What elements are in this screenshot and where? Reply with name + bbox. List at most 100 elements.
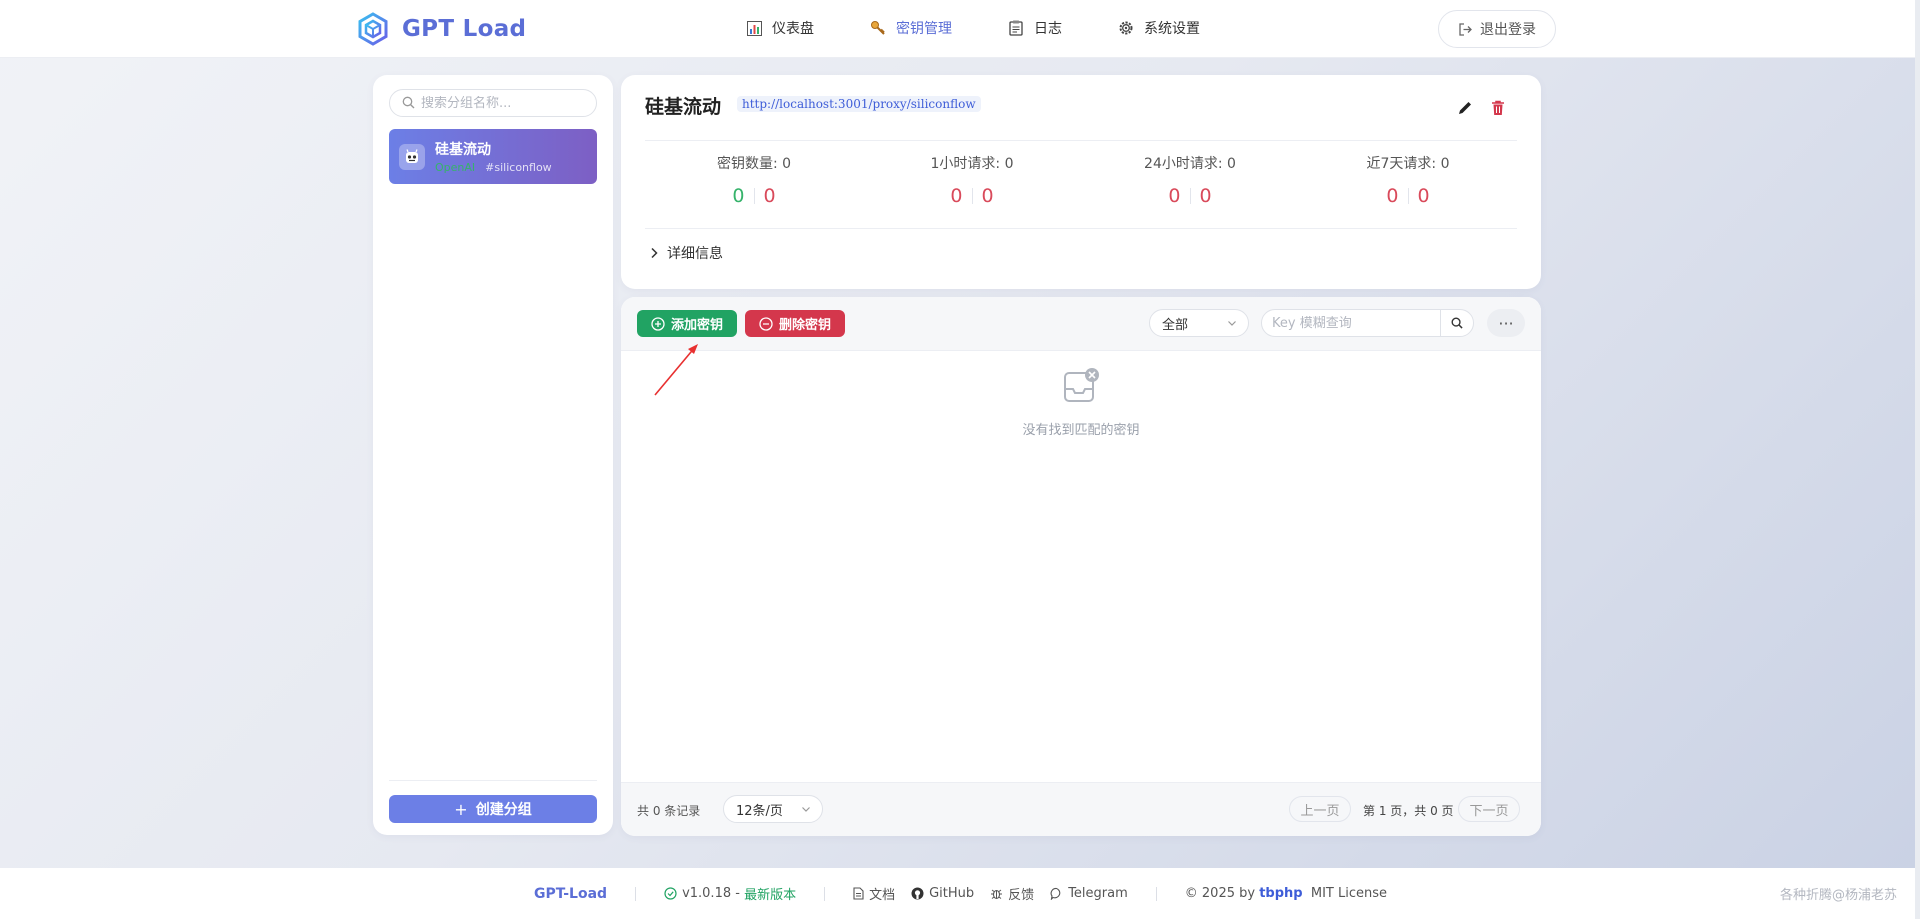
feedback-label: 反馈 — [1008, 888, 1035, 903]
stat-values: 0 0 — [645, 185, 863, 207]
chevron-down-icon — [800, 803, 812, 815]
stat-value-secondary: 0 — [763, 185, 776, 207]
chat-bubble-icon — [1050, 887, 1063, 900]
stat-key-count: 密钥数量: 0 0 0 — [645, 153, 863, 207]
brand[interactable]: GPT Load — [356, 12, 526, 46]
sidebar-divider — [389, 780, 597, 781]
bar-chart-icon — [746, 20, 762, 36]
stat-separator — [971, 188, 973, 204]
total-count: 共 0 条记录 — [637, 804, 701, 818]
status-filter-value: 全部 — [1162, 317, 1189, 333]
gpt-load-logo-icon — [358, 12, 388, 46]
footer-link-docs[interactable]: 文档 — [853, 884, 895, 903]
stat-value-secondary: 0 — [1417, 185, 1430, 207]
pagination-bar: 共 0 条记录 12条/页 上一页 第 1 页，共 0 页 下一页 — [621, 782, 1541, 836]
stat-label: 密钥数量: 0 — [716, 156, 792, 172]
group-name: 硅基流动 — [435, 142, 491, 158]
keys-toolbar: 添加密钥 删除密钥 全部 ··· — [621, 297, 1541, 351]
nav-keys-label: 密钥管理 — [896, 21, 952, 37]
copyright-prefix: © 2025 by — [1184, 886, 1256, 901]
key-search-input[interactable] — [1272, 315, 1432, 331]
top-header: GPT Load 仪表盘 密钥管理 日志 系统设置 退出登录 — [0, 0, 1915, 58]
status-filter-select[interactable]: 全部 — [1149, 309, 1249, 337]
stat-value-secondary: 0 — [1199, 185, 1212, 207]
stat-separator — [1189, 188, 1191, 204]
latest-version-label: 最新版本 — [744, 888, 797, 903]
search-icon — [1451, 317, 1463, 329]
page-size-value: 12条/页 — [736, 803, 783, 819]
nav-logs[interactable]: 日志 — [1008, 18, 1062, 38]
group-texts: 硅基流动 OpenAI #siliconflow — [435, 139, 552, 174]
main-nav: 仪表盘 密钥管理 日志 系统设置 — [746, 18, 1256, 38]
divider — [645, 140, 1517, 141]
details-label: 详细信息 — [667, 246, 723, 262]
details-toggle[interactable]: 详细信息 — [649, 243, 723, 263]
check-circle-icon — [664, 887, 677, 900]
pencil-icon — [1459, 102, 1471, 114]
group-search-input[interactable] — [421, 95, 591, 111]
delete-key-button[interactable]: 删除密钥 — [745, 310, 845, 337]
footer-version[interactable]: v1.0.18 - 最新版本 — [664, 884, 796, 903]
group-sidebar: 硅基流动 OpenAI #siliconflow + 创建分组 — [373, 75, 613, 835]
stat-value-primary: 0 — [1386, 185, 1399, 207]
page-size-select[interactable]: 12条/页 — [723, 795, 823, 823]
stat-separator — [753, 188, 755, 204]
divider — [645, 228, 1517, 229]
chevron-down-icon — [1226, 317, 1238, 329]
next-page-button[interactable]: 下一页 — [1458, 796, 1520, 822]
footer-link-feedback[interactable]: 反馈 — [990, 884, 1034, 903]
clipboard-icon — [1008, 20, 1024, 36]
edit-group-button[interactable] — [1454, 97, 1476, 119]
footer-link-github[interactable]: GitHub — [911, 886, 974, 901]
proxy-url[interactable]: http://localhost:3001/proxy/siliconflow — [737, 96, 981, 112]
group-slug: #siliconflow — [485, 161, 552, 174]
key-search-box[interactable] — [1261, 309, 1441, 337]
stats-row: 密钥数量: 0 0 0 1小时请求: 0 0 0 24小时请求: 0 0 0 近… — [645, 153, 1517, 207]
empty-inbox-icon — [1064, 368, 1099, 402]
stat-values: 0 0 — [1081, 185, 1299, 207]
delete-group-button[interactable] — [1487, 97, 1509, 119]
stat-values: 0 0 — [1299, 185, 1517, 207]
nav-dashboard[interactable]: 仪表盘 — [746, 18, 814, 38]
docs-label: 文档 — [869, 888, 896, 903]
footer-separator — [1155, 886, 1157, 901]
group-channel-tag: OpenAI — [435, 161, 476, 174]
group-item-siliconflow[interactable]: 硅基流动 OpenAI #siliconflow — [389, 129, 597, 184]
delete-key-label: 删除密钥 — [778, 318, 831, 333]
logout-button[interactable]: 退出登录 — [1438, 10, 1556, 48]
bug-icon — [990, 887, 1003, 900]
github-icon — [911, 887, 924, 900]
license-label: MIT License — [1310, 886, 1387, 901]
group-info-card: 硅基流动 http://localhost:3001/proxy/silicon… — [621, 75, 1541, 289]
more-actions-button[interactable]: ··· — [1487, 309, 1525, 337]
author-link[interactable]: tbphp — [1259, 886, 1302, 901]
page-scrollbar[interactable] — [1915, 0, 1920, 919]
stat-label: 24小时请求: 0 — [1144, 156, 1236, 172]
robot-icon — [406, 148, 418, 163]
annotation-arrow-icon — [654, 344, 698, 396]
stat-label: 近7天请求: 0 — [1366, 156, 1450, 172]
footer-link-telegram[interactable]: Telegram — [1050, 886, 1128, 901]
stat-7d-requests: 近7天请求: 0 0 0 — [1299, 153, 1517, 207]
nav-keys[interactable]: 密钥管理 — [870, 18, 952, 38]
add-key-label: 添加密钥 — [670, 318, 723, 333]
plus-circle-icon — [651, 316, 665, 331]
logout-icon — [1458, 22, 1473, 37]
nav-settings[interactable]: 系统设置 — [1118, 18, 1200, 38]
stat-values: 0 0 — [863, 185, 1081, 207]
trash-icon — [1492, 100, 1504, 115]
plus-icon: + — [454, 799, 468, 819]
stat-value-secondary: 0 — [981, 185, 994, 207]
version-number: v1.0.18 — [682, 886, 732, 901]
prev-page-button[interactable]: 上一页 — [1289, 796, 1351, 822]
github-label: GitHub — [929, 886, 975, 901]
key-search-button[interactable] — [1440, 309, 1474, 337]
footer-separator — [635, 886, 637, 901]
footer: GPT-Load v1.0.18 - 最新版本 文档 GitHub 反馈 Tel… — [0, 868, 1915, 919]
nav-settings-label: 系统设置 — [1144, 21, 1200, 37]
add-key-button[interactable]: 添加密钥 — [637, 310, 737, 337]
search-icon — [402, 94, 415, 113]
group-search-box[interactable] — [389, 89, 597, 117]
footer-brand[interactable]: GPT-Load — [534, 886, 607, 902]
create-group-button[interactable]: + 创建分组 — [389, 795, 597, 823]
